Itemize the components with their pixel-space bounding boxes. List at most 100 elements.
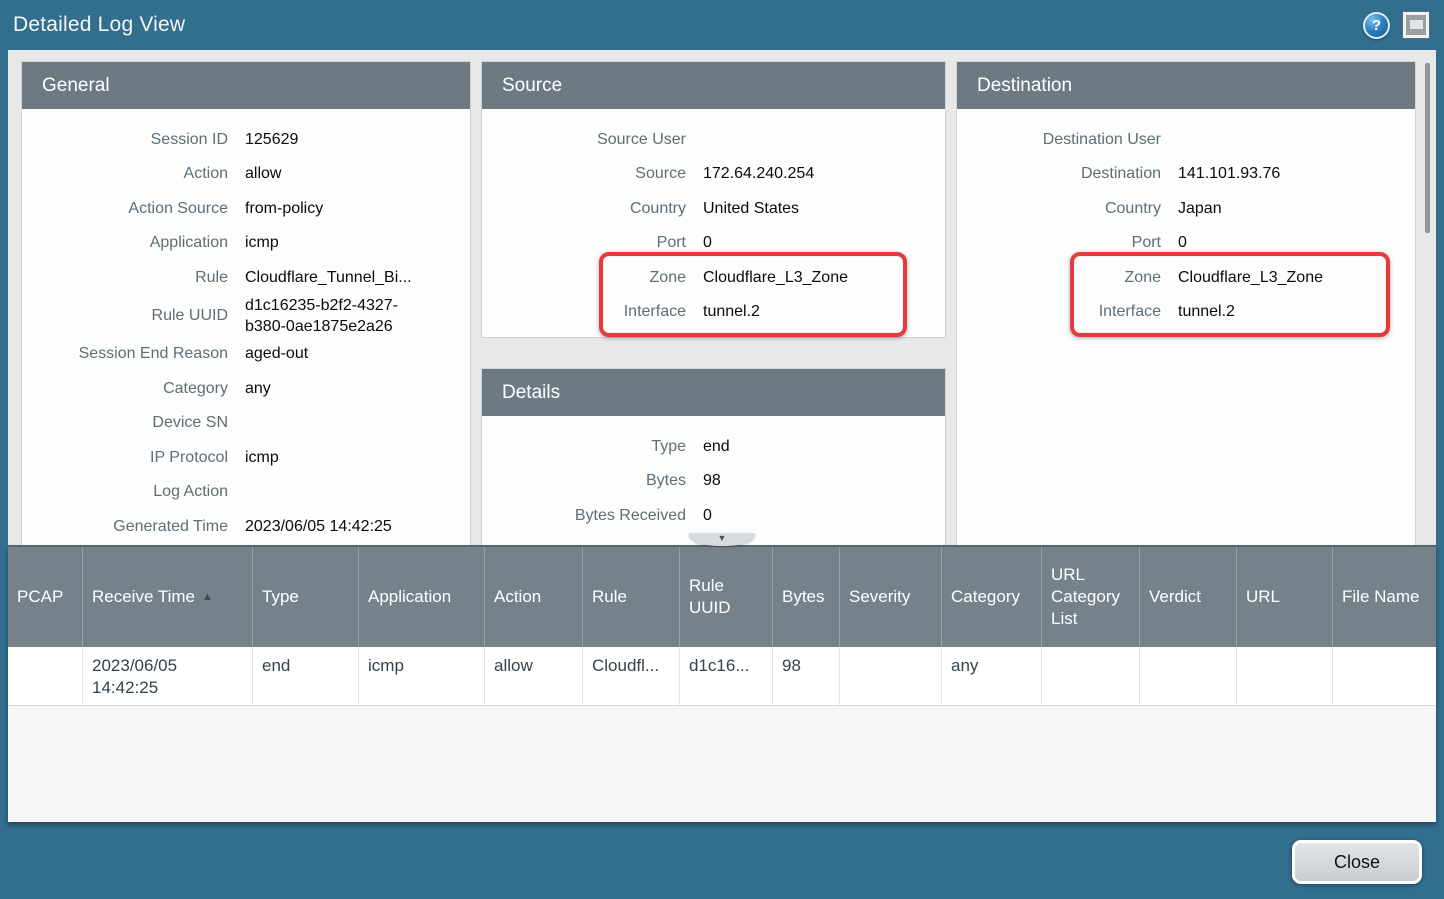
field-value: 0 [703, 232, 712, 253]
page-title: Detailed Log View [0, 13, 185, 37]
column-header-url-category-list[interactable]: URL Category List [1042, 547, 1140, 647]
field-value: 172.64.240.254 [703, 163, 814, 184]
field-value: 0 [703, 505, 712, 526]
field-row: Zone Cloudflare_L3_Zone [482, 260, 945, 295]
dialog-titlebar: Detailed Log View ? [0, 0, 1444, 50]
field-row: Application icmp [22, 226, 470, 261]
chevron-down-icon: ▼ [718, 533, 727, 544]
cell-type: end [253, 647, 359, 705]
field-label: Source User [482, 129, 686, 150]
table-row[interactable]: 2023/06/05 14:42:25 end icmp allow Cloud… [8, 647, 1436, 706]
field-row: Country United States [482, 191, 945, 226]
panel-details: Details Type end Bytes 98 Bytes Received… [482, 369, 945, 545]
column-header-rule[interactable]: Rule [583, 547, 680, 647]
cell-rule: Cloudfl... [583, 647, 680, 705]
panel-destination-title: Destination [957, 62, 1415, 109]
panel-general: General Session ID 125629 Action allow A… [22, 62, 470, 545]
field-row: Source User [482, 122, 945, 157]
field-label: Source [482, 163, 686, 184]
field-label: Device SN [22, 412, 228, 433]
field-label: Port [482, 232, 686, 253]
field-value: tunnel.2 [703, 301, 760, 322]
field-row: Country Japan [957, 191, 1415, 226]
column-header-verdict[interactable]: Verdict [1140, 547, 1237, 647]
field-label: Category [22, 378, 228, 399]
field-label: Bytes [482, 470, 686, 491]
column-header-application[interactable]: Application [359, 547, 485, 647]
field-label: Session ID [22, 129, 228, 150]
column-header-receive-time[interactable]: Receive Time▲ [83, 547, 253, 647]
field-row: Interface tunnel.2 [957, 295, 1415, 330]
vertical-scrollbar-thumb[interactable] [1425, 63, 1430, 233]
field-value: Cloudflare_L3_Zone [1178, 267, 1323, 288]
field-label: Country [957, 198, 1161, 219]
panel-destination: Destination Destination User Destination… [957, 62, 1415, 545]
column-header-category[interactable]: Category [942, 547, 1042, 647]
field-row: Category any [22, 371, 470, 406]
panel-details-title: Details [482, 369, 945, 416]
field-row: Destination User [957, 122, 1415, 157]
field-label: Country [482, 198, 686, 219]
column-header-bytes[interactable]: Bytes [773, 547, 840, 647]
cell-pcap [8, 647, 83, 705]
field-value: 141.101.93.76 [1178, 163, 1280, 184]
panel-source: Source Source User Source 172.64.240.254… [482, 62, 945, 337]
field-label: Log Action [22, 481, 228, 502]
field-label: Zone [482, 267, 686, 288]
field-value: tunnel.2 [1178, 301, 1235, 322]
field-value: aged-out [245, 343, 308, 364]
field-row: Bytes Received 0 [482, 498, 945, 533]
column-header-severity[interactable]: Severity [840, 547, 942, 647]
field-label: Session End Reason [22, 343, 228, 364]
field-row: Log Action [22, 475, 470, 510]
field-row: Source 172.64.240.254 [482, 157, 945, 192]
field-label: Destination User [957, 129, 1161, 150]
field-label: Action Source [22, 198, 228, 219]
field-label: Rule [22, 267, 228, 288]
collapse-handle[interactable]: ▼ [689, 533, 755, 546]
field-value: from-policy [245, 198, 323, 219]
column-header-type[interactable]: Type [253, 547, 359, 647]
help-icon[interactable]: ? [1363, 12, 1390, 39]
field-value: Cloudflare_Tunnel_Bi... [245, 267, 412, 288]
column-header-pcap[interactable]: PCAP [8, 547, 83, 647]
field-label: Type [482, 436, 686, 457]
field-row: Rule Cloudflare_Tunnel_Bi... [22, 260, 470, 295]
table-header-row: PCAP Receive Time▲ Type Application Acti… [8, 547, 1436, 647]
field-value: 98 [703, 470, 721, 491]
column-header-action[interactable]: Action [485, 547, 583, 647]
field-label: Rule UUID [22, 305, 228, 326]
cell-url-category-list [1042, 647, 1140, 705]
field-row: Interface tunnel.2 [482, 295, 945, 330]
field-value: 125629 [245, 129, 298, 150]
field-row: Type end [482, 429, 945, 464]
window-pane-glyph [1410, 20, 1423, 29]
column-header-file-name[interactable]: File Name [1333, 547, 1436, 647]
field-row: Port 0 [482, 226, 945, 261]
field-label: Generated Time [22, 516, 228, 537]
column-header-rule-uuid[interactable]: Rule UUID [680, 547, 773, 647]
field-value: 0 [1178, 232, 1187, 253]
cell-category: any [942, 647, 1042, 705]
field-value: Cloudflare_L3_Zone [703, 267, 848, 288]
field-row: Action Source from-policy [22, 191, 470, 226]
column-header-url[interactable]: URL [1237, 547, 1333, 647]
field-row: Rule UUID d1c16235-b2f2-4327-b380-0ae187… [22, 295, 470, 337]
field-value: icmp [245, 232, 279, 253]
field-label: Interface [957, 301, 1161, 322]
cell-severity [840, 647, 942, 705]
field-label: Application [22, 232, 228, 253]
window-restore-icon[interactable] [1403, 12, 1429, 38]
field-label: IP Protocol [22, 447, 228, 468]
cell-file-name [1333, 647, 1436, 705]
field-row: Bytes 98 [482, 464, 945, 499]
close-button[interactable]: Close [1292, 840, 1422, 884]
cell-verdict [1140, 647, 1237, 705]
panel-general-title: General [22, 62, 470, 109]
field-row: Port 0 [957, 226, 1415, 261]
field-value: 2023/06/05 14:42:25 [245, 516, 392, 537]
field-row: IP Protocol icmp [22, 440, 470, 475]
field-value: d1c16235-b2f2-4327-b380-0ae1875e2a26 [245, 295, 421, 337]
cell-bytes: 98 [773, 647, 840, 705]
field-row: Session ID 125629 [22, 122, 470, 157]
